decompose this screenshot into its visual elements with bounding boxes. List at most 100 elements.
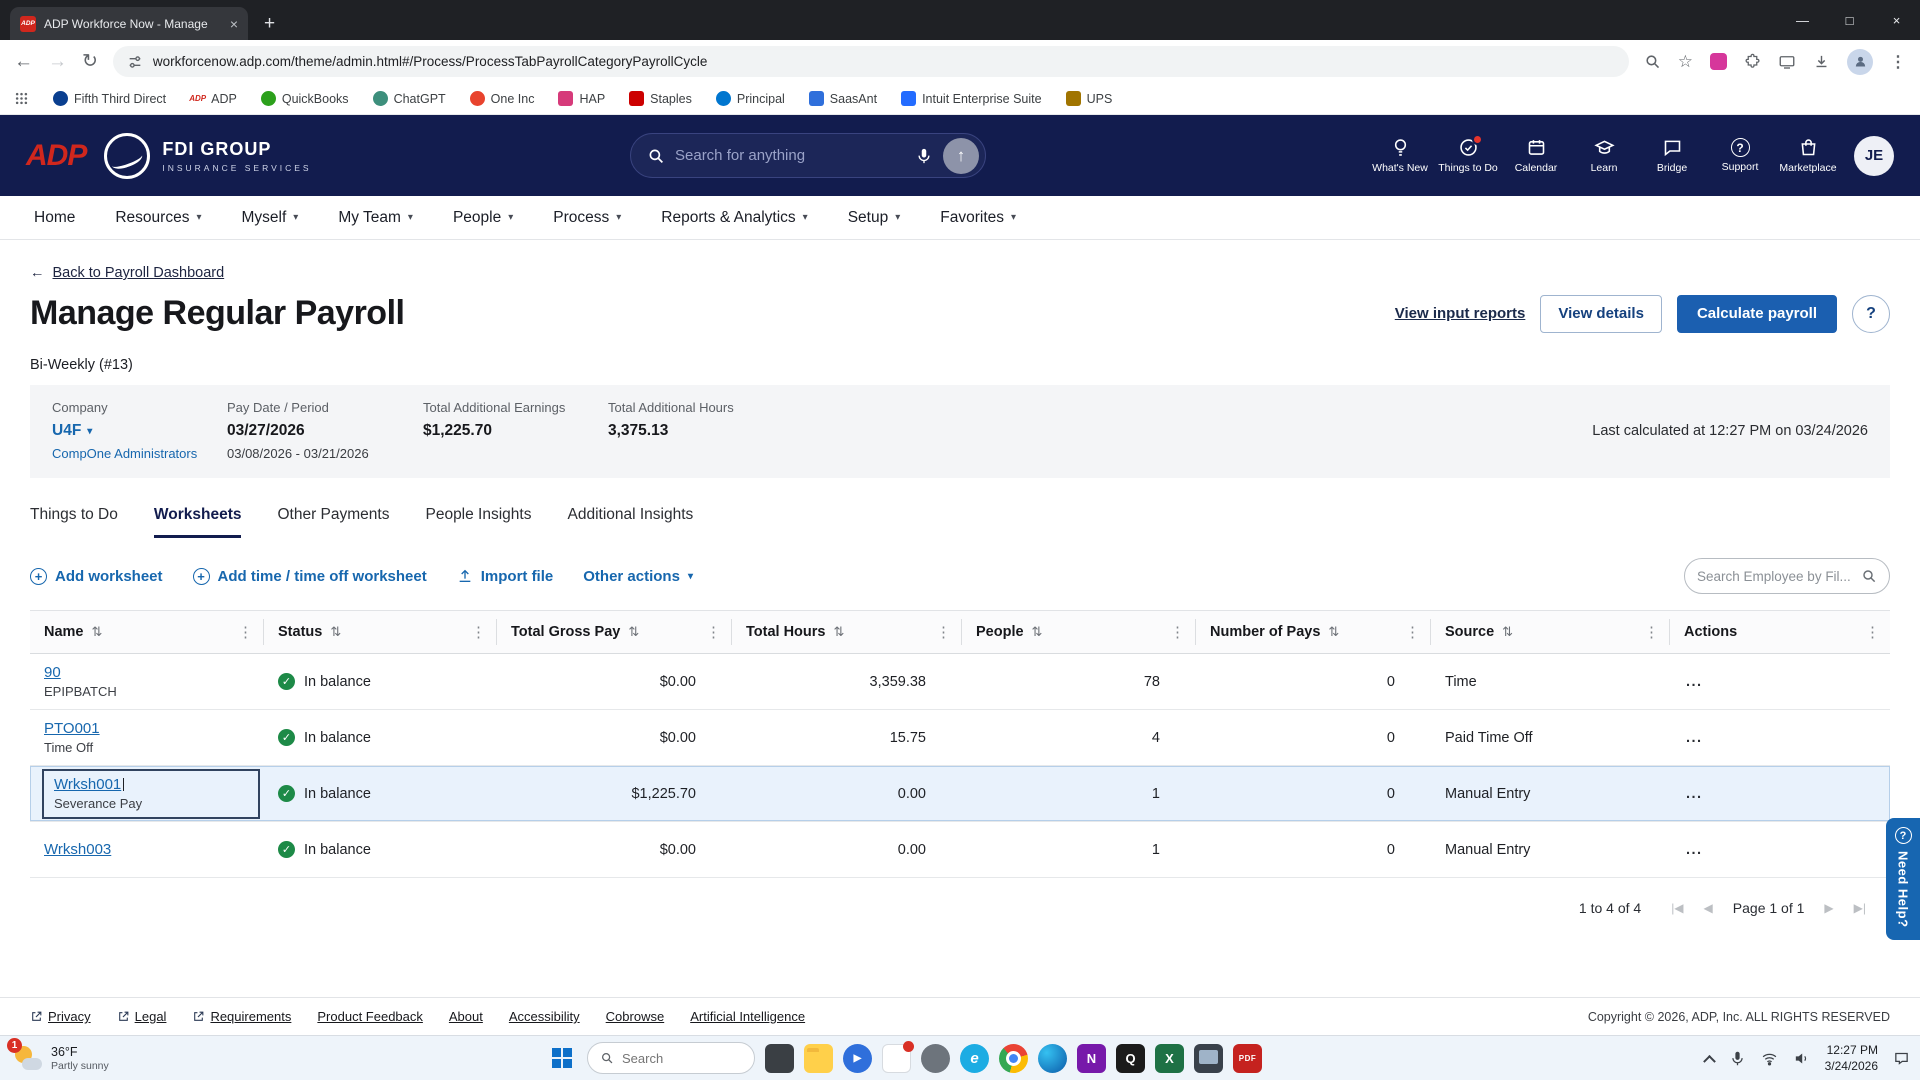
nav-item-home[interactable]: Home xyxy=(34,209,75,227)
download-icon[interactable] xyxy=(1813,53,1830,70)
window-maximize-icon[interactable]: □ xyxy=(1826,0,1873,40)
reload-icon[interactable]: ↻ xyxy=(82,52,98,71)
url-bar[interactable]: workforcenow.adp.com/theme/admin.html#/P… xyxy=(113,46,1629,77)
column-header-number-of-pays[interactable]: Number of Pays⇅⋮ xyxy=(1196,619,1431,644)
taskbar-app-excel[interactable]: X xyxy=(1155,1044,1184,1073)
browser-tab[interactable]: ADP ADP Workforce Now - Manage × xyxy=(10,7,248,40)
taskbar-search-input[interactable] xyxy=(622,1051,742,1066)
search-submit-icon[interactable]: ↑ xyxy=(943,138,979,174)
taskbar-app-onenote[interactable]: N xyxy=(1077,1044,1106,1073)
bookmark-item[interactable]: QuickBooks xyxy=(261,91,349,106)
sort-icon[interactable]: ⇅ xyxy=(1328,624,1339,640)
tab-worksheets[interactable]: Worksheets xyxy=(154,506,242,538)
table-row-selected[interactable]: Wrksh001 Severance Pay ✓In balance $1,22… xyxy=(30,766,1890,822)
sort-icon[interactable]: ⇅ xyxy=(833,624,844,640)
footer-link-cobrowse[interactable]: Cobrowse xyxy=(606,1009,665,1024)
help-button[interactable]: ? xyxy=(1852,295,1890,333)
taskbar-search[interactable] xyxy=(587,1042,755,1074)
nav-item-myself[interactable]: Myself▾ xyxy=(241,209,298,227)
column-menu-icon[interactable]: ⋮ xyxy=(471,623,486,641)
taskbar-app-file-explorer[interactable] xyxy=(804,1044,833,1073)
row-actions-button[interactable]: ... xyxy=(1670,786,1890,802)
add-worksheet-button[interactable]: + Add worksheet xyxy=(30,568,163,585)
table-row[interactable]: PTO001Time Off ✓In balance $0.00 15.75 4… xyxy=(30,710,1890,766)
worksheet-name-link[interactable]: Wrksh003 xyxy=(44,841,111,858)
tab-people-insights[interactable]: People Insights xyxy=(425,506,531,538)
footer-link-about[interactable]: About xyxy=(449,1009,483,1024)
footer-link-artificial-intelligence[interactable]: Artificial Intelligence xyxy=(690,1009,805,1024)
taskbar-clock[interactable]: 12:27 PM 3/24/2026 xyxy=(1825,1042,1878,1074)
marketplace-button[interactable]: Marketplace xyxy=(1776,137,1840,174)
footer-link-legal[interactable]: Legal xyxy=(117,1009,167,1024)
next-page-icon[interactable]: ▶ xyxy=(1824,901,1833,915)
browser-menu-icon[interactable]: ⋮ xyxy=(1890,52,1906,72)
column-menu-icon[interactable]: ⋮ xyxy=(1170,623,1185,641)
prev-page-icon[interactable]: ◀ xyxy=(1704,901,1713,915)
window-minimize-icon[interactable]: — xyxy=(1779,0,1826,40)
weather-widget[interactable]: 1 36°F Partly sunny xyxy=(0,1043,121,1073)
bookmark-item[interactable]: HAP xyxy=(558,91,605,106)
company-selector[interactable]: U4F▾ xyxy=(52,422,227,440)
wifi-icon[interactable] xyxy=(1761,1050,1778,1067)
worksheet-name-link[interactable]: PTO001 xyxy=(44,720,100,737)
nav-item-favorites[interactable]: Favorites▾ xyxy=(940,209,1016,227)
tab-additional-insights[interactable]: Additional Insights xyxy=(567,506,693,538)
other-actions-button[interactable]: Other actions ▾ xyxy=(583,568,693,585)
taskbar-app-remote-desktop[interactable] xyxy=(1194,1044,1223,1073)
sort-icon[interactable]: ⇅ xyxy=(92,624,103,640)
row-actions-button[interactable]: ... xyxy=(1670,674,1890,690)
mic-icon[interactable] xyxy=(915,147,933,165)
taskbar-app-edge[interactable] xyxy=(1038,1044,1067,1073)
taskbar-app-internet-explorer[interactable]: e xyxy=(960,1044,989,1073)
nav-item-reports-analytics[interactable]: Reports & Analytics▾ xyxy=(661,209,807,227)
window-close-icon[interactable]: × xyxy=(1873,0,1920,40)
footer-link-accessibility[interactable]: Accessibility xyxy=(509,1009,580,1024)
column-header-source[interactable]: Source⇅⋮ xyxy=(1431,619,1670,644)
whats-new-button[interactable]: What's New xyxy=(1368,137,1432,174)
hidden-icons-chevron[interactable] xyxy=(1703,1054,1716,1067)
global-search-input[interactable] xyxy=(675,147,905,164)
bookmark-item[interactable]: ChatGPT xyxy=(373,91,446,106)
pinned-extension-icon[interactable] xyxy=(1710,53,1727,70)
new-tab-icon[interactable]: + xyxy=(264,14,275,33)
tab-close-icon[interactable]: × xyxy=(230,16,238,32)
employee-search-input[interactable] xyxy=(1697,569,1861,584)
nav-item-people[interactable]: People▾ xyxy=(453,209,513,227)
back-to-dashboard-link[interactable]: ← Back to Payroll Dashboard xyxy=(30,265,224,281)
calculate-payroll-button[interactable]: Calculate payroll xyxy=(1677,295,1837,333)
company-name-link[interactable]: CompOne Administrators xyxy=(52,446,227,461)
taskbar-app-quickbooks-desktop[interactable]: Q xyxy=(1116,1044,1145,1073)
column-menu-icon[interactable]: ⋮ xyxy=(1405,623,1420,641)
device-cast-icon[interactable] xyxy=(1778,53,1796,71)
adp-logo[interactable]: ADP xyxy=(26,139,86,173)
table-row[interactable]: 90EPIPBATCH ✓In balance $0.00 3,359.38 7… xyxy=(30,654,1890,710)
global-search[interactable]: ↑ xyxy=(630,133,986,178)
column-menu-icon[interactable]: ⋮ xyxy=(238,623,253,641)
tab-things-to-do[interactable]: Things to Do xyxy=(30,506,118,538)
taskbar-app-chrome[interactable] xyxy=(999,1044,1028,1073)
taskbar-app-store[interactable] xyxy=(882,1044,911,1073)
footer-link-requirements[interactable]: Requirements xyxy=(192,1009,291,1024)
site-settings-icon[interactable] xyxy=(127,54,143,70)
back-icon[interactable]: ← xyxy=(14,52,33,71)
bookmark-star-icon[interactable]: ☆ xyxy=(1678,52,1693,72)
taskbar-app-acrobat[interactable]: PDF xyxy=(1233,1044,1262,1073)
nav-item-process[interactable]: Process▾ xyxy=(553,209,621,227)
column-header-name[interactable]: Name⇅⋮ xyxy=(30,619,264,644)
support-button[interactable]: ? Support xyxy=(1708,138,1772,173)
add-time-worksheet-button[interactable]: + Add time / time off worksheet xyxy=(193,568,427,585)
column-menu-icon[interactable]: ⋮ xyxy=(936,623,951,641)
sort-icon[interactable]: ⇅ xyxy=(1502,624,1513,640)
column-header-status[interactable]: Status⇅⋮ xyxy=(264,619,497,644)
table-row[interactable]: Wrksh003 ✓In balance $0.00 0.00 1 0 Manu… xyxy=(30,822,1890,878)
bookmark-item[interactable]: One Inc xyxy=(470,91,535,106)
column-header-total-hours[interactable]: Total Hours⇅⋮ xyxy=(732,619,962,644)
last-page-icon[interactable]: ▶| xyxy=(1854,901,1866,915)
footer-link-privacy[interactable]: Privacy xyxy=(30,1009,91,1024)
bookmark-item[interactable]: UPS xyxy=(1066,91,1113,106)
bookmark-item[interactable]: Principal xyxy=(716,91,785,106)
calendar-button[interactable]: Calendar xyxy=(1504,137,1568,174)
nav-item-setup[interactable]: Setup▾ xyxy=(848,209,901,227)
forward-icon[interactable]: → xyxy=(48,52,67,71)
bookmark-item[interactable]: SaasAnt xyxy=(809,91,877,106)
